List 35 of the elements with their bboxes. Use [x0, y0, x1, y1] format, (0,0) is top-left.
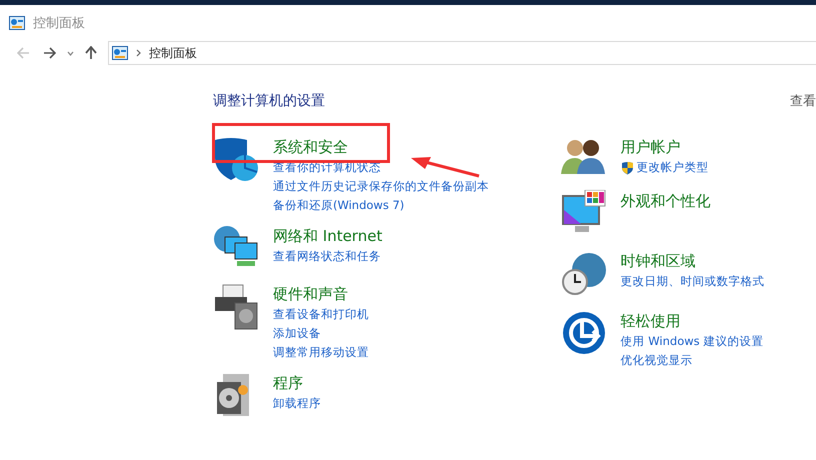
annotation-arrow	[411, 156, 481, 178]
task-link[interactable]: 通过文件历史记录保存你的文件备份副本	[273, 177, 489, 196]
task-link[interactable]: 更改日期、时间或数字格式	[620, 272, 765, 291]
chevron-right-icon	[136, 49, 141, 57]
arrow-right-icon	[42, 47, 56, 59]
task-link[interactable]: 优化视觉显示	[620, 351, 693, 370]
category-link[interactable]: 用户帐户	[620, 136, 681, 158]
category-link[interactable]: 轻松使用	[620, 310, 681, 332]
window-title: 控制面板	[33, 14, 85, 32]
task-link[interactable]: 添加设备	[273, 324, 321, 343]
task-link[interactable]: 使用 Windows 建议的设置	[620, 332, 764, 351]
task-link[interactable]: 备份和还原(Windows 7)	[273, 196, 404, 215]
control-panel-icon	[9, 16, 25, 30]
control-panel-icon	[112, 46, 128, 60]
address-bar[interactable]: 控制面板	[108, 41, 816, 65]
page-heading: 调整计算机的设置	[213, 92, 325, 110]
category-link[interactable]: 硬件和声音	[273, 283, 348, 305]
globe-clock-icon	[560, 250, 607, 296]
task-link[interactable]: 查看设备和打印机	[273, 305, 369, 324]
task-link[interactable]: 卸载程序	[273, 394, 321, 413]
category-link[interactable]: 外观和个性化	[620, 190, 711, 212]
arrow-up-icon	[85, 46, 97, 60]
task-link[interactable]: 调整常用移动设置	[273, 343, 369, 362]
arrow-left-icon	[16, 47, 30, 59]
category-link[interactable]: 程序	[273, 372, 303, 394]
task-link[interactable]: 更改帐户类型	[620, 158, 709, 177]
view-by-label: 查看	[790, 93, 816, 110]
category-link[interactable]: 时钟和区域	[620, 250, 696, 272]
category-link[interactable]: 网络和 Internet	[273, 225, 382, 247]
shield-icon	[213, 136, 259, 182]
ease-of-access-icon	[560, 310, 607, 356]
task-link[interactable]: 查看网络状态和任务	[273, 247, 381, 266]
chevron-down-icon	[66, 50, 74, 56]
category-link[interactable]: 系统和安全	[273, 136, 348, 158]
address-text: 控制面板	[149, 44, 197, 62]
